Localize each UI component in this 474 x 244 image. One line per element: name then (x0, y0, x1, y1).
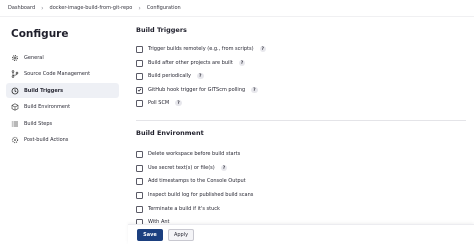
build-periodically-checkbox[interactable] (136, 72, 143, 80)
option-label: Trigger builds remotely (e.g., from scri… (148, 46, 254, 52)
trigger-remote-checkbox[interactable] (136, 45, 143, 53)
github-hook-trigger-option: GitHub hook trigger for GITScm polling ? (136, 85, 258, 95)
github-hook-trigger-checkbox[interactable] (136, 86, 143, 94)
option-label: Add timestamps to the Console Output (148, 178, 246, 184)
option-label: Delete workspace before build starts (148, 151, 241, 157)
help-icon[interactable]: ? (175, 99, 182, 107)
save-button[interactable]: Save (137, 228, 163, 241)
use-secret-checkbox[interactable] (136, 164, 143, 172)
code-branch-icon (11, 70, 19, 78)
page-title: Configure (11, 28, 69, 40)
option-label: Terminate a build if it's stuck (148, 206, 220, 212)
section-divider (136, 120, 466, 121)
inspect-build-log-option: Inspect build log for published build sc… (136, 190, 253, 200)
chevron-right-icon (41, 5, 43, 12)
build-after-other-projects-option: Build after other projects are built ? (136, 58, 246, 68)
build-after-other-projects-checkbox[interactable] (136, 59, 143, 67)
terminate-stuck-build-option: Terminate a build if it's stuck (136, 204, 220, 214)
sidebar-item-label: General (24, 54, 44, 61)
cube-icon (11, 103, 19, 111)
help-icon[interactable]: ? (197, 72, 204, 80)
add-timestamps-option: Add timestamps to the Console Output (136, 176, 246, 186)
clock-icon (11, 87, 19, 95)
build-environment-heading: Build Environment (136, 129, 204, 137)
build-periodically-option: Build periodically ? (136, 71, 204, 81)
breadcrumb-dashboard[interactable]: Dashboard (8, 5, 35, 11)
inspect-build-log-checkbox[interactable] (136, 191, 143, 199)
sidebar-item-build-triggers[interactable]: Build Triggers (6, 83, 119, 99)
use-secret-option: Use secret text(s) or file(s) ? (136, 163, 228, 173)
add-timestamps-checkbox[interactable] (136, 177, 143, 185)
help-icon[interactable]: ? (220, 164, 228, 172)
list-icon (11, 120, 19, 128)
breadcrumb: Dashboard docker-image-build-from-git-re… (0, 0, 474, 17)
form-footer: Save Apply (128, 224, 474, 244)
sidebar-item-build-environment[interactable]: Build Environment (6, 100, 119, 115)
terminate-stuck-build-checkbox[interactable] (136, 205, 143, 213)
sidebar-item-build-steps[interactable]: Build Steps (6, 116, 119, 131)
delete-workspace-checkbox[interactable] (136, 150, 143, 158)
breadcrumb-project[interactable]: docker-image-build-from-git-repo (50, 5, 133, 11)
gear-icon (11, 54, 19, 62)
sidebar-item-label: Post-build Actions (24, 137, 69, 144)
option-label: Inspect build log for published build sc… (148, 192, 254, 198)
option-label: Build after other projects are built (148, 60, 233, 66)
sidebar-item-source-code-management[interactable]: Source Code Management (6, 67, 119, 82)
poll-scm-checkbox[interactable] (136, 99, 143, 107)
sidebar-item-general[interactable]: General (6, 50, 119, 65)
help-icon[interactable]: ? (238, 59, 246, 67)
help-icon[interactable]: ? (251, 86, 258, 94)
apply-button[interactable]: Apply (168, 228, 194, 241)
help-icon[interactable]: ? (259, 45, 267, 53)
breadcrumb-configuration[interactable]: Configuration (147, 5, 181, 11)
sidebar-item-label: Source Code Management (24, 71, 91, 78)
checkmark-icon (137, 88, 142, 92)
option-label: Build periodically (148, 73, 192, 79)
option-label: GitHub hook trigger for GITScm polling (148, 87, 246, 93)
sidebar-item-post-build-actions[interactable]: Post-build Actions (6, 133, 119, 148)
sidebar-item-label: Build Environment (24, 104, 71, 111)
sidebar-item-label: Build Triggers (24, 87, 64, 94)
cog-icon (11, 136, 19, 144)
chevron-right-icon (138, 5, 140, 12)
poll-scm-option: Poll SCM ? (136, 98, 182, 108)
delete-workspace-option: Delete workspace before build starts (136, 149, 240, 159)
sidebar-item-label: Build Steps (24, 120, 53, 127)
trigger-remote-option: Trigger builds remotely (e.g., from scri… (136, 44, 267, 54)
option-label: Use secret text(s) or file(s) (148, 165, 215, 171)
sidebar-nav: General Source Code Management Build Tri… (0, 50, 125, 150)
build-triggers-heading: Build Triggers (136, 26, 187, 34)
option-label: Poll SCM (148, 100, 170, 106)
